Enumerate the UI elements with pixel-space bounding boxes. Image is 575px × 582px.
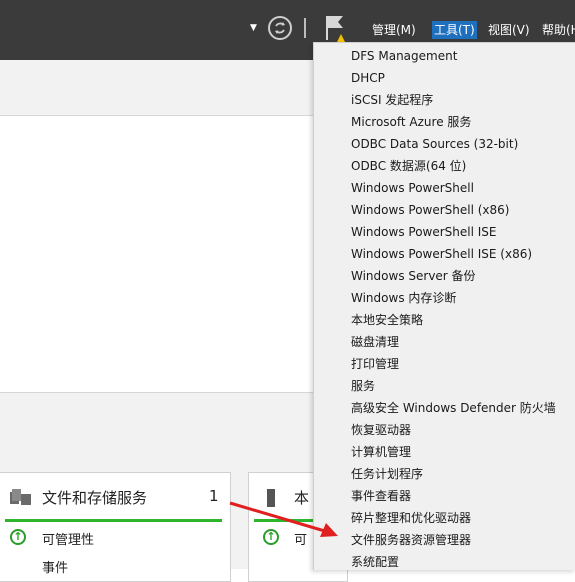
menu-item-powershell[interactable]: Windows PowerShell bbox=[314, 177, 575, 199]
menu-item-azure-services[interactable]: Microsoft Azure 服务 bbox=[314, 111, 575, 133]
menu-item-services[interactable]: 服务 bbox=[314, 375, 575, 397]
menu-item-dfs-management[interactable]: DFS Management bbox=[314, 45, 575, 67]
menu-item-system-configuration[interactable]: 系统配置 bbox=[314, 551, 575, 570]
refresh-icon[interactable] bbox=[268, 16, 292, 40]
tile-file-storage[interactable]: 文件和存储服务 1 ↑ 可管理性 事件 bbox=[0, 472, 231, 582]
status-up-icon: ↑ bbox=[10, 529, 26, 545]
menu-item-dhcp[interactable]: DHCP bbox=[314, 67, 575, 89]
menu-item-server-backup[interactable]: Windows Server 备份 bbox=[314, 265, 575, 287]
menu-item-odbc-64[interactable]: ODBC 数据源(64 位) bbox=[314, 155, 575, 177]
menu-view[interactable]: 视图(V) bbox=[486, 21, 532, 39]
menu-item-print-management[interactable]: 打印管理 bbox=[314, 353, 575, 375]
menu-item-memory-diagnostic[interactable]: Windows 内存诊断 bbox=[314, 287, 575, 309]
dropdown-arrow-icon[interactable]: ▼ bbox=[250, 22, 260, 34]
toolbar-separator bbox=[304, 18, 306, 38]
menu-item-computer-management[interactable]: 计算机管理 bbox=[314, 441, 575, 463]
menu-item-event-viewer[interactable]: 事件查看器 bbox=[314, 485, 575, 507]
notification-flag-icon[interactable] bbox=[324, 14, 346, 42]
status-up-icon: ↑ bbox=[263, 529, 279, 545]
server-icon bbox=[267, 489, 275, 507]
menu-help[interactable]: 帮助(H) bbox=[540, 21, 575, 39]
tile-row-manageability[interactable]: 可管理性 bbox=[42, 529, 94, 548]
status-bar bbox=[5, 519, 222, 522]
tile-count: 1 bbox=[209, 487, 219, 505]
menu-item-defender-firewall[interactable]: 高级安全 Windows Defender 防火墙 bbox=[314, 397, 575, 419]
tile-title: 本 bbox=[294, 489, 310, 507]
menu-item-file-server-resource-manager[interactable]: 文件服务器资源管理器 bbox=[314, 529, 575, 551]
menu-item-disk-cleanup[interactable]: 磁盘清理 bbox=[314, 331, 575, 353]
menu-item-task-scheduler[interactable]: 任务计划程序 bbox=[314, 463, 575, 485]
menu-item-powershell-ise-x86[interactable]: Windows PowerShell ISE (x86) bbox=[314, 243, 575, 265]
tools-menu: DFS Management DHCP iSCSI 发起程序 Microsoft… bbox=[313, 42, 575, 570]
menu-item-iscsi-initiator[interactable]: iSCSI 发起程序 bbox=[314, 89, 575, 111]
menu-item-recovery-drive[interactable]: 恢复驱动器 bbox=[314, 419, 575, 441]
file-storage-icon bbox=[10, 488, 32, 506]
menu-item-local-security-policy[interactable]: 本地安全策略 bbox=[314, 309, 575, 331]
menu-item-odbc-32[interactable]: ODBC Data Sources (32-bit) bbox=[314, 133, 575, 155]
menu-item-powershell-ise[interactable]: Windows PowerShell ISE bbox=[314, 221, 575, 243]
tile-title: 文件和存储服务 bbox=[42, 489, 148, 507]
menu-manage[interactable]: 管理(M) bbox=[370, 21, 418, 39]
menu-item-powershell-x86[interactable]: Windows PowerShell (x86) bbox=[314, 199, 575, 221]
tile-row-events[interactable]: 事件 bbox=[42, 557, 68, 576]
menu-item-defragment[interactable]: 碎片整理和优化驱动器 bbox=[314, 507, 575, 529]
menu-tools[interactable]: 工具(T) bbox=[432, 21, 477, 39]
tile-row-manageability[interactable]: 可 bbox=[294, 529, 307, 548]
